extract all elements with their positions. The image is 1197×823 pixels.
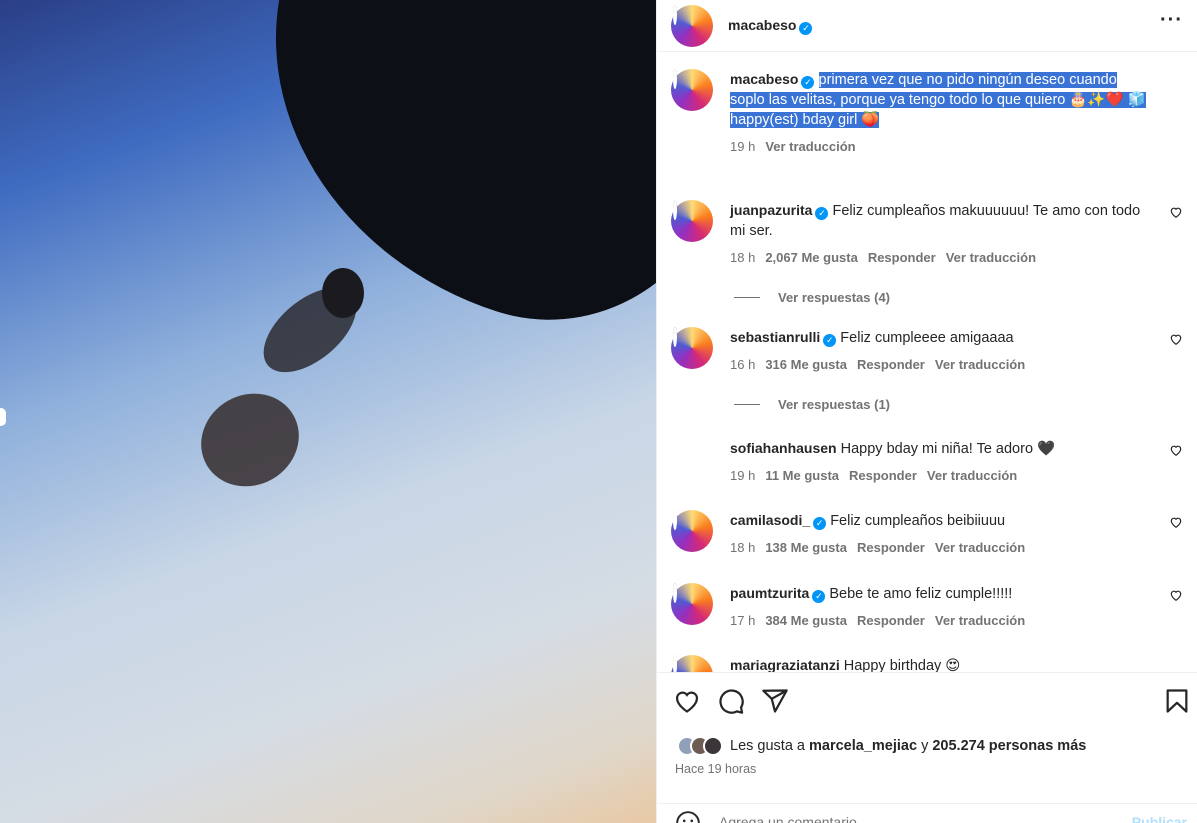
- comment-time: 17 h: [730, 613, 756, 628]
- translate-link[interactable]: Ver traducción: [946, 250, 1036, 265]
- post-photo[interactable]: [0, 0, 656, 823]
- bookmark-icon[interactable]: [1163, 687, 1191, 715]
- translate-link[interactable]: Ver traducción: [935, 613, 1025, 628]
- likes-summary[interactable]: Les gusta a marcela_mejiac y 205.274 per…: [677, 736, 1086, 756]
- carousel-indicator[interactable]: [0, 408, 6, 426]
- caption: macabeso ✓ primera vez que no pido ningún…: [671, 69, 1183, 157]
- commenter-username[interactable]: paumtzurita: [730, 585, 809, 601]
- reply-button[interactable]: Responder: [849, 468, 917, 483]
- likes-middle: y: [921, 738, 929, 754]
- comment-item: mariagraziatanzi Happy birthday 😍: [671, 655, 1183, 672]
- commenter-avatar[interactable]: [671, 200, 713, 242]
- comment-time: 16 h: [730, 357, 756, 372]
- heart-icon[interactable]: [1169, 515, 1183, 529]
- author-username[interactable]: macabeso: [728, 17, 796, 33]
- translate-link[interactable]: Ver traducción: [765, 139, 855, 154]
- commenter-avatar[interactable]: [671, 327, 713, 369]
- verified-badge-icon: ✓: [813, 517, 827, 530]
- caption-text-line2: happy(est) bday girl 🍑: [730, 112, 880, 128]
- comment-item: sofiahanhausen Happy bday mi niña! Te ad…: [671, 438, 1183, 486]
- comment-time: 18 h: [730, 540, 756, 555]
- caption-username[interactable]: macabeso: [730, 71, 798, 87]
- author-username-wrap: macabeso ✓: [728, 17, 813, 35]
- caption-time: 19 h: [730, 139, 756, 154]
- comment-text: Bebe te amo feliz cumple!!!!!: [829, 586, 1013, 602]
- smiley-icon[interactable]: [675, 810, 701, 823]
- commenter-username[interactable]: mariagraziatanzi: [730, 657, 840, 672]
- reply-button[interactable]: Responder: [857, 357, 925, 372]
- comment-likes[interactable]: 138 Me gusta: [765, 540, 847, 555]
- commenter-username[interactable]: camilasodi_: [730, 512, 810, 528]
- commenter-avatar[interactable]: [671, 510, 713, 552]
- likes-prefix: Les gusta a: [730, 738, 805, 754]
- figure-shape-lower: [184, 376, 316, 504]
- comment-item: paumtzurita ✓ Bebe te amo feliz cumple!!!…: [671, 583, 1183, 631]
- heart-icon[interactable]: [1169, 332, 1183, 346]
- commenter-username[interactable]: sofiahanhausen: [730, 440, 837, 456]
- verified-badge-icon: ✓: [801, 76, 815, 89]
- comment-likes[interactable]: 316 Me gusta: [765, 357, 847, 372]
- view-replies-button[interactable]: Ver respuestas (4): [730, 290, 1183, 305]
- comment-likes[interactable]: 11 Me gusta: [765, 468, 839, 483]
- comment-text: Feliz cumpleaños beibiiuuu: [830, 513, 1006, 529]
- view-replies-label: Ver respuestas (1): [778, 397, 891, 412]
- likes-count[interactable]: 205.274 personas más: [932, 738, 1086, 754]
- verified-badge-icon: ✓: [799, 21, 813, 35]
- heart-icon[interactable]: [1169, 443, 1183, 457]
- comment-time: 19 h: [730, 468, 756, 483]
- more-horizontal-icon[interactable]: ···: [1160, 9, 1183, 32]
- comment-text: Feliz cumpleeee amigaaaa: [840, 330, 1014, 346]
- comment-text: Happy birthday 😍: [843, 658, 961, 672]
- comment-text: Happy bday mi niña! Te adoro 🖤: [840, 441, 1056, 457]
- translate-link[interactable]: Ver traducción: [927, 468, 1017, 483]
- post-header: macabeso ✓ ···: [657, 0, 1197, 52]
- heart-icon[interactable]: [1169, 205, 1183, 219]
- comment-input[interactable]: Agrega un comentario...: [719, 814, 868, 823]
- comment-time: 18 h: [730, 250, 756, 265]
- verified-badge-icon: ✓: [815, 207, 829, 220]
- post-side-panel: macabeso ✓ ··· macabeso ✓ primera vez que …: [656, 0, 1197, 823]
- reply-button[interactable]: Responder: [857, 540, 925, 555]
- translate-link[interactable]: Ver traducción: [935, 357, 1025, 372]
- add-comment-row: Agrega un comentario... Publicar: [657, 803, 1197, 823]
- commenter-avatar[interactable]: [671, 583, 713, 625]
- commenter-username[interactable]: juanpazurita: [730, 202, 812, 218]
- author-avatar[interactable]: [671, 4, 713, 47]
- commenter-avatar[interactable]: [675, 438, 711, 474]
- view-replies-label: Ver respuestas (4): [778, 290, 891, 305]
- post-actions: Les gusta a marcela_mejiac y 205.274 per…: [657, 672, 1197, 823]
- post-time: Hace 19 horas: [675, 762, 757, 776]
- comment-likes[interactable]: 384 Me gusta: [765, 613, 847, 628]
- heart-icon[interactable]: [1169, 588, 1183, 602]
- verified-badge-icon: ✓: [823, 334, 837, 347]
- rock-shape: [206, 0, 656, 366]
- reply-button[interactable]: Responder: [857, 613, 925, 628]
- comment-item: camilasodi_ ✓ Feliz cumpleaños beibiiuuu …: [671, 510, 1183, 558]
- commenter-username[interactable]: sebastianrulli: [730, 329, 820, 345]
- publish-button[interactable]: Publicar: [1132, 814, 1187, 823]
- heart-icon[interactable]: [673, 687, 701, 715]
- author-avatar[interactable]: [671, 69, 713, 111]
- send-icon[interactable]: [761, 687, 789, 715]
- verified-badge-icon: ✓: [812, 590, 826, 603]
- comment-icon[interactable]: [717, 687, 745, 715]
- comment-likes[interactable]: 2,067 Me gusta: [765, 250, 858, 265]
- reply-button[interactable]: Responder: [868, 250, 936, 265]
- figure-head-shape: [322, 268, 364, 318]
- view-replies-button[interactable]: Ver respuestas (1): [730, 397, 1183, 412]
- comment-item: juanpazurita ✓ Feliz cumpleaños makuuuuuu…: [671, 200, 1183, 305]
- liker-avatar: [703, 736, 723, 756]
- liker-username[interactable]: marcela_mejiac: [809, 738, 917, 754]
- translate-link[interactable]: Ver traducción: [935, 540, 1025, 555]
- comments-list[interactable]: macabeso ✓ primera vez que no pido ningún…: [657, 52, 1197, 672]
- comment-item: sebastianrulli ✓ Feliz cumpleeee amigaaaa…: [671, 327, 1183, 412]
- commenter-avatar[interactable]: [671, 655, 713, 672]
